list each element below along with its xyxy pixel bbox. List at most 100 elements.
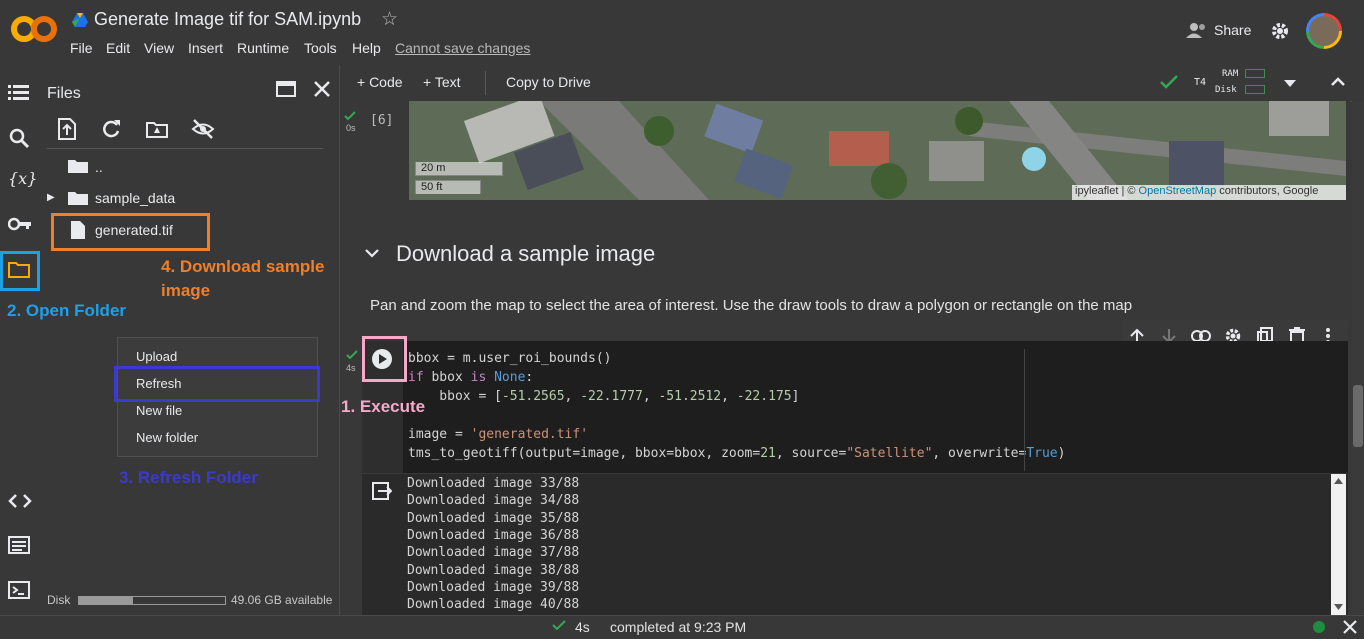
file-item-parent[interactable]: .. (95, 159, 103, 175)
annotation-step3: 3. Refresh Folder (119, 468, 258, 487)
status-close-icon[interactable] (1343, 620, 1357, 634)
tok: , (642, 389, 659, 404)
tok: , overwrite= (932, 446, 1027, 461)
menu-view[interactable]: View (144, 40, 174, 56)
notebook-toolbar (340, 65, 1364, 102)
status-completed: completed at 9:23 PM (610, 619, 747, 635)
output-actions-icon[interactable] (372, 482, 392, 500)
output-line: Downloaded image 40/88 (407, 597, 580, 612)
runtime-dropdown-icon[interactable] (1284, 80, 1296, 87)
code-line-6: tms_to_geotiff(output=image, bbox=bbox, … (408, 446, 1065, 461)
add-code-button[interactable]: + Code (357, 74, 403, 90)
colab-logo[interactable] (10, 12, 58, 46)
copy-to-drive-button[interactable]: Copy to Drive (506, 74, 591, 90)
str: "Satellite" (846, 446, 933, 461)
open-in-tab-icon[interactable] (276, 81, 296, 97)
code-ruler (1024, 349, 1025, 471)
notebook-scroll-thumb[interactable] (1353, 385, 1363, 447)
collapse-header-icon[interactable] (1331, 77, 1345, 86)
code-snippets-icon[interactable] (8, 493, 32, 509)
menu-runtime[interactable]: Runtime (237, 40, 289, 56)
menu-help[interactable]: Help (352, 40, 381, 56)
output-line: Downloaded image 36/88 (407, 528, 580, 543)
menu-file[interactable]: File (70, 40, 93, 56)
run-cell-button[interactable] (371, 348, 393, 370)
secrets-key-icon[interactable] (8, 217, 32, 231)
drive-icon[interactable] (72, 13, 88, 27)
status-duration: 4s (575, 619, 590, 635)
disk-bar-toolbar (1245, 85, 1265, 94)
ctx-new-file[interactable]: New file (136, 403, 182, 418)
tok: tms_to_geotiff(output=image, bbox=bbox, … (408, 446, 761, 461)
search-icon[interactable] (8, 127, 30, 149)
disk-free-text: 49.06 GB available (231, 593, 333, 607)
map-scale-meters: 20 m (415, 162, 503, 176)
output-scrollbar[interactable] (1331, 474, 1346, 615)
attribution-suffix: contributors, Google (1216, 185, 1319, 197)
tok: , (721, 389, 737, 404)
annotation-step2: 2. Open Folder (7, 301, 127, 320)
files-divider (47, 148, 323, 149)
cannot-save-link[interactable]: Cannot save changes (395, 40, 530, 56)
ctx-new-folder[interactable]: New folder (136, 430, 198, 445)
tok (486, 370, 494, 385)
prev-cell-check-icon (344, 111, 356, 121)
kw-none: None (494, 370, 526, 385)
output-scroll-down-icon[interactable] (1334, 604, 1343, 610)
settings-gear-icon[interactable] (1270, 21, 1290, 41)
num: 21 (760, 446, 776, 461)
add-text-button[interactable]: + Text (423, 74, 461, 90)
output-line: Downloaded image 37/88 (407, 545, 580, 560)
output-line: Downloaded image 35/88 (407, 511, 580, 526)
menu-edit[interactable]: Edit (106, 40, 130, 56)
attribution-prefix: ipyleaflet | © (1075, 185, 1139, 197)
refresh-icon[interactable] (101, 119, 121, 139)
share-button[interactable]: Share (1214, 22, 1251, 38)
status-connected-dot (1313, 621, 1325, 633)
runtime-type[interactable]: T4 (1194, 77, 1206, 88)
avatar-photo (1309, 16, 1339, 46)
output-line: Downloaded image 33/88 (407, 476, 580, 491)
menu-tools[interactable]: Tools (304, 40, 337, 56)
file-item-generated-tif[interactable]: generated.tif (95, 222, 173, 238)
ctx-upload[interactable]: Upload (136, 349, 177, 364)
upload-file-icon[interactable] (58, 118, 76, 140)
code-line-2: if bbox is None: (408, 370, 533, 385)
output-line: Downloaded image 38/88 (407, 563, 580, 578)
toggle-hidden-files-icon[interactable] (191, 119, 215, 139)
expand-caret-icon[interactable]: ▶ (47, 192, 55, 203)
menu-insert[interactable]: Insert (188, 40, 223, 56)
disk-label-toolbar: Disk (1215, 85, 1237, 95)
osm-link[interactable]: OpenStreetMap (1139, 185, 1217, 197)
notebook-scrollbar[interactable] (1352, 101, 1364, 615)
file-item-sample-data[interactable]: sample_data (95, 190, 175, 206)
star-icon[interactable]: ☆ (381, 8, 398, 31)
map-scale-feet: 50 ft (415, 180, 481, 194)
tok: , (564, 389, 581, 404)
toolbar-divider (485, 71, 486, 95)
code-line-5: image = 'generated.tif' (408, 427, 588, 442)
cell-duration: 4s (346, 363, 356, 373)
close-panel-icon[interactable] (313, 80, 331, 98)
parent-folder-icon[interactable] (67, 158, 89, 174)
folder-icon[interactable] (67, 190, 89, 206)
variables-icon[interactable]: {𝑥} (8, 169, 37, 188)
file-icon (70, 220, 86, 240)
ram-label: RAM (1222, 69, 1239, 79)
prev-cell-exec-count: [6] (370, 113, 394, 128)
output-scroll-up-icon[interactable] (1334, 478, 1343, 484)
section-description: Pan and zoom the map to select the area … (370, 297, 1133, 314)
files-folder-icon[interactable] (8, 260, 30, 278)
num: -51.2512 (658, 389, 722, 404)
table-of-contents-icon[interactable] (8, 84, 30, 102)
mount-drive-icon[interactable] (146, 120, 168, 138)
command-palette-icon[interactable] (8, 536, 30, 554)
terminal-icon[interactable] (8, 581, 30, 599)
kw-is: is (470, 370, 487, 385)
prev-cell-duration: 0s (346, 123, 356, 133)
str: 'generated.tif' (470, 427, 589, 442)
share-people-icon (1186, 22, 1208, 38)
collapse-section-icon[interactable] (365, 248, 379, 258)
tok: image = (408, 427, 471, 442)
notebook-title[interactable]: Generate Image tif for SAM.ipynb (94, 9, 361, 30)
